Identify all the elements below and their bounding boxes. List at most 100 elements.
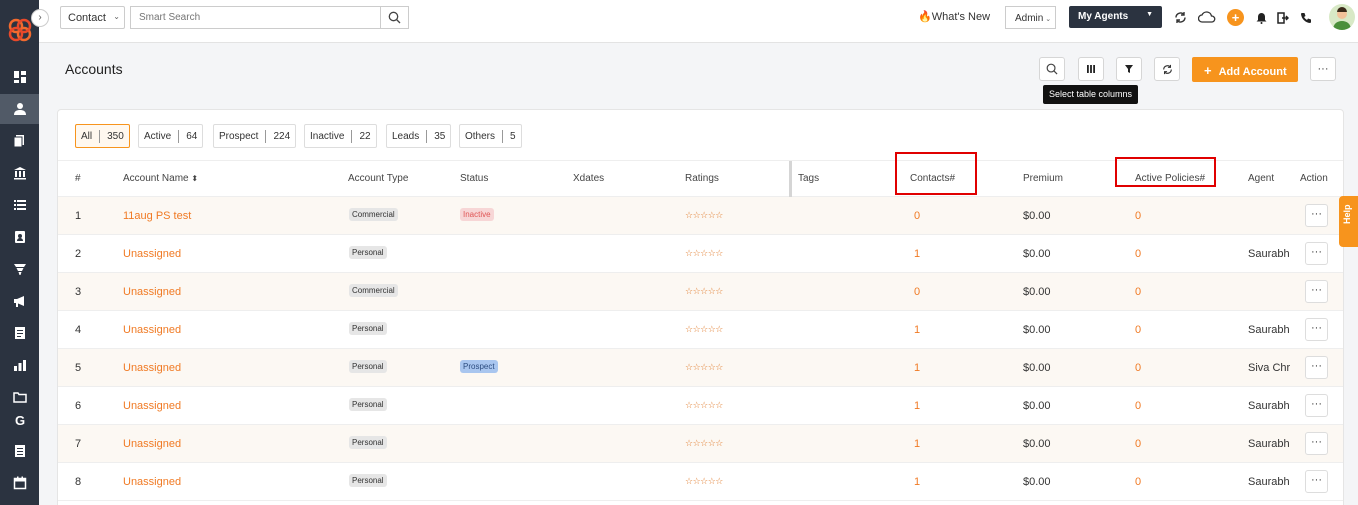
row-action-button[interactable]: ··· — [1305, 242, 1328, 265]
filter-chip-leads[interactable]: Leads 35 — [386, 124, 452, 148]
premium-value: $0.00 — [1023, 438, 1051, 450]
contacts-count-link[interactable]: 1 — [914, 248, 920, 260]
reports-icon[interactable] — [0, 350, 39, 380]
filter-icon — [1125, 65, 1133, 73]
active-policies-link[interactable]: 0 — [1135, 476, 1141, 488]
table-row[interactable]: 8 Unassigned Personal ☆☆☆☆☆ 1 $0.00 0 Sa… — [58, 463, 1343, 501]
module-select[interactable]: Contact ⌄ — [60, 6, 125, 29]
rating-stars[interactable]: ☆☆☆☆☆ — [685, 476, 723, 487]
smart-search-input[interactable] — [130, 6, 381, 29]
spreadsheet-icon[interactable] — [0, 436, 39, 466]
rating-stars[interactable]: ☆☆☆☆☆ — [685, 324, 723, 335]
help-tab[interactable]: Help — [1339, 196, 1358, 247]
filter-chip-all[interactable]: All 350 — [75, 124, 130, 148]
documents-icon[interactable] — [0, 126, 39, 156]
row-action-button[interactable]: ··· — [1305, 432, 1328, 455]
contacts-count-link[interactable]: 0 — [914, 286, 920, 298]
agent-name: Saurabh — [1248, 438, 1290, 450]
filter-button[interactable] — [1116, 57, 1142, 81]
row-number: 7 — [75, 438, 82, 450]
table-row[interactable]: 6 Unassigned Personal ☆☆☆☆☆ 1 $0.00 0 Sa… — [58, 387, 1343, 425]
rating-stars[interactable]: ☆☆☆☆☆ — [685, 400, 723, 411]
more-options-button[interactable]: ··· — [1310, 57, 1336, 81]
table-row[interactable]: 7 Unassigned Personal ☆☆☆☆☆ 1 $0.00 0 Sa… — [58, 425, 1343, 463]
notes-icon[interactable] — [0, 318, 39, 348]
account-name-link[interactable]: Unassigned — [123, 362, 181, 374]
contacts-count-link[interactable]: 1 — [914, 324, 920, 336]
funnel-icon[interactable] — [0, 254, 39, 284]
quick-add-plus-icon[interactable]: + — [1227, 9, 1244, 26]
contacts-count-link[interactable]: 1 — [914, 476, 920, 488]
sync-icon[interactable] — [1173, 10, 1188, 25]
table-row[interactable]: 4 Unassigned Personal ☆☆☆☆☆ 1 $0.00 0 Sa… — [58, 311, 1343, 349]
row-action-button[interactable]: ··· — [1305, 356, 1328, 379]
sort-icon[interactable]: ⬍ — [191, 174, 198, 183]
help-label: Help — [1342, 204, 1352, 224]
admin-select[interactable]: Admin ⌄ — [1005, 6, 1056, 29]
table-row[interactable]: 1 11aug PS test Commercial Inactive ☆☆☆☆… — [58, 197, 1343, 235]
account-name-link[interactable]: Unassigned — [123, 400, 181, 412]
cloud-icon[interactable] — [1197, 10, 1217, 25]
active-policies-link[interactable]: 0 — [1135, 438, 1141, 450]
row-number: 2 — [75, 248, 82, 260]
google-icon[interactable]: G — [0, 405, 39, 435]
dashboard-icon[interactable] — [0, 62, 39, 92]
table-search-button[interactable] — [1039, 57, 1065, 81]
contacts-count-link[interactable]: 1 — [914, 438, 920, 450]
whats-new-link[interactable]: 🔥What's New — [918, 10, 990, 23]
logout-icon[interactable] — [1275, 10, 1290, 25]
filter-chip-inactive[interactable]: Inactive 22 — [304, 124, 377, 148]
account-name-link[interactable]: Unassigned — [123, 438, 181, 450]
my-agents-select[interactable]: My Agents ▼ — [1069, 6, 1162, 28]
refresh-button[interactable] — [1154, 57, 1180, 81]
bell-icon[interactable] — [1254, 10, 1269, 25]
megaphone-icon[interactable] — [0, 286, 39, 316]
account-name-link[interactable]: Unassigned — [123, 476, 181, 488]
active-policies-link[interactable]: 0 — [1135, 286, 1141, 298]
account-name-link[interactable]: Unassigned — [123, 286, 181, 298]
app-logo[interactable] — [7, 17, 33, 43]
active-policies-link[interactable]: 0 — [1135, 362, 1141, 374]
table-row[interactable]: 2 Unassigned Personal ☆☆☆☆☆ 1 $0.00 0 Sa… — [58, 235, 1343, 273]
bank-icon[interactable] — [0, 158, 39, 188]
filter-chip-others[interactable]: Others 5 — [459, 124, 522, 148]
account-name-link[interactable]: Unassigned — [123, 248, 181, 260]
row-action-button[interactable]: ··· — [1305, 394, 1328, 417]
col-account-name[interactable]: Account Name ⬍ — [123, 173, 198, 184]
row-action-button[interactable]: ··· — [1305, 318, 1328, 341]
contacts-count-link[interactable]: 1 — [914, 400, 920, 412]
phone-icon[interactable] — [1298, 10, 1313, 25]
user-avatar[interactable] — [1329, 4, 1355, 30]
accounts-icon[interactable] — [0, 94, 39, 124]
rating-stars[interactable]: ☆☆☆☆☆ — [685, 286, 723, 297]
list-icon[interactable] — [0, 190, 39, 220]
active-policies-link[interactable]: 0 — [1135, 248, 1141, 260]
add-account-button[interactable]: + Add Account — [1192, 57, 1298, 82]
account-name-link[interactable]: Unassigned — [123, 324, 181, 336]
account-name-link[interactable]: 11aug PS test — [123, 210, 191, 222]
row-action-button[interactable]: ··· — [1305, 204, 1328, 227]
calendar-icon[interactable] — [0, 468, 39, 498]
filter-chip-prospect[interactable]: Prospect 224 — [213, 124, 297, 148]
row-action-button[interactable]: ··· — [1305, 470, 1328, 493]
rating-stars[interactable]: ☆☆☆☆☆ — [685, 248, 723, 259]
active-policies-link[interactable]: 0 — [1135, 324, 1141, 336]
select-columns-button[interactable] — [1078, 57, 1104, 81]
active-policies-link[interactable]: 0 — [1135, 400, 1141, 412]
contacts-count-link[interactable]: 1 — [914, 362, 920, 374]
search-button[interactable] — [380, 6, 409, 29]
account-type-badge: Personal — [349, 246, 387, 259]
active-policies-link[interactable]: 0 — [1135, 210, 1141, 222]
table-row[interactable]: 5 Unassigned Personal Prospect ☆☆☆☆☆ 1 $… — [58, 349, 1343, 387]
filter-chip-active[interactable]: Active 64 — [138, 124, 204, 148]
rating-stars[interactable]: ☆☆☆☆☆ — [685, 362, 723, 373]
rating-stars[interactable]: ☆☆☆☆☆ — [685, 438, 723, 449]
row-action-button[interactable]: ··· — [1305, 280, 1328, 303]
table-row[interactable]: 3 Unassigned Commercial ☆☆☆☆☆ 0 $0.00 0 … — [58, 273, 1343, 311]
rating-stars[interactable]: ☆☆☆☆☆ — [685, 210, 723, 221]
contact-card-icon[interactable] — [0, 222, 39, 252]
col-account-name-label: Account Name — [123, 173, 189, 184]
contacts-count-link[interactable]: 0 — [914, 210, 920, 222]
sidebar-toggle-chevron-icon[interactable]: › — [31, 9, 49, 27]
column-resize-handle[interactable] — [789, 161, 792, 198]
